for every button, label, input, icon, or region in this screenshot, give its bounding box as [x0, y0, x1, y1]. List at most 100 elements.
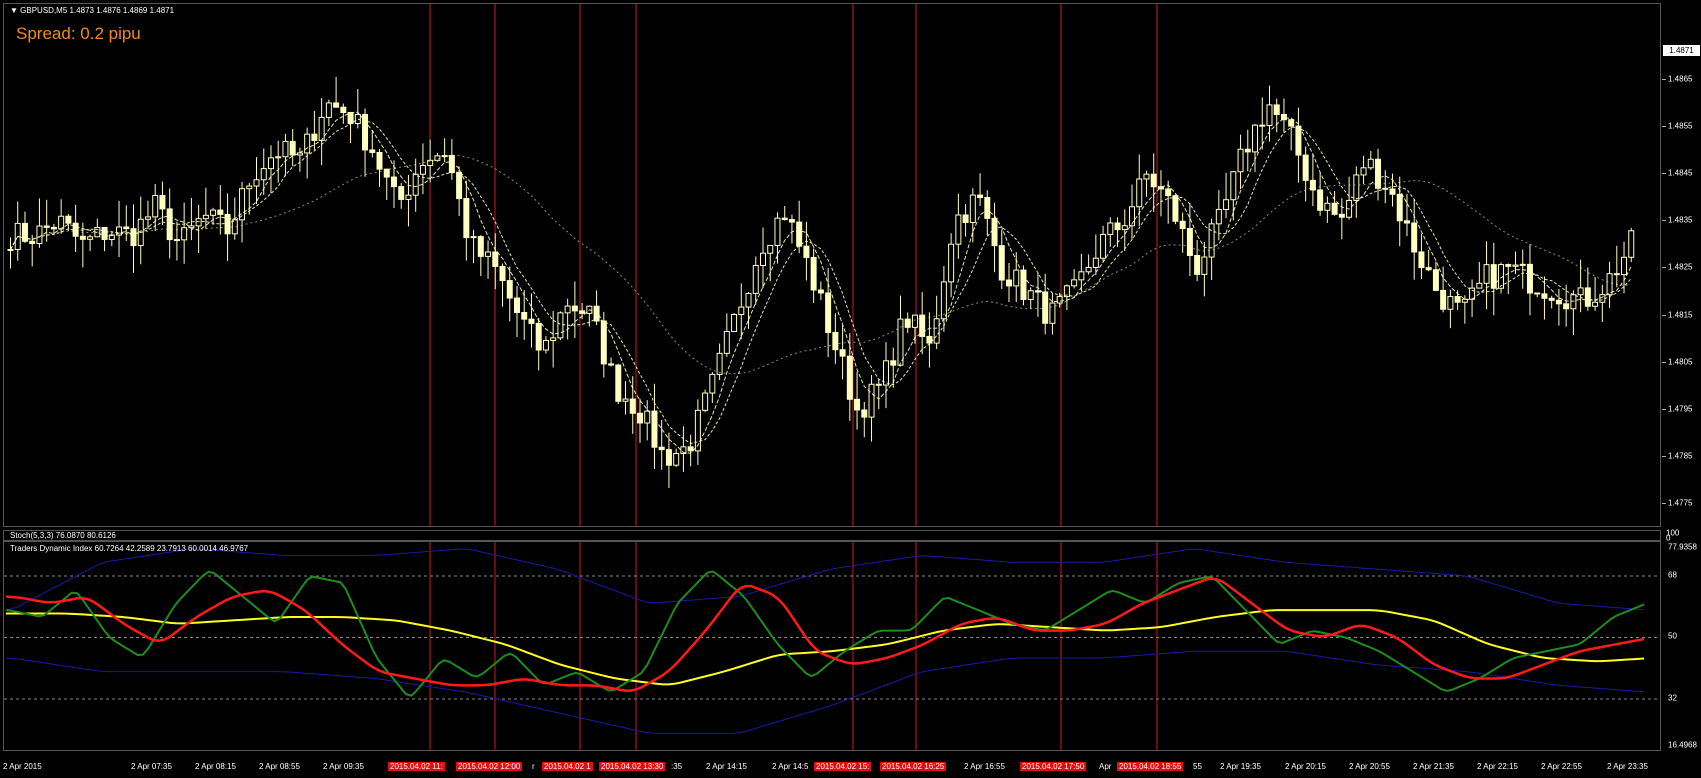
price-scale-label: 1.4865 [1668, 74, 1693, 84]
candle-body [1121, 225, 1128, 231]
candle-body [1526, 263, 1533, 294]
price-scale-tick [1662, 314, 1666, 316]
candle-body [644, 410, 651, 424]
candle-body [1599, 294, 1606, 303]
candle-body [87, 236, 94, 240]
candle-body [354, 113, 361, 124]
tdi-indicator-panel[interactable]: Traders Dynamic Index 60.7264 42.2589 23… [3, 541, 1661, 751]
price-scale-label: 1.4825 [1668, 262, 1693, 272]
price-chart-panel[interactable]: ▼ GBPUSD,M5 1.4873 1.4876 1.4869 1.4871 … [3, 3, 1661, 527]
candle-body [1302, 154, 1309, 181]
candle-body [1592, 301, 1599, 307]
candle-body [774, 217, 781, 246]
candle-body [340, 106, 347, 114]
stoch-indicator-panel[interactable]: Stoch(5,3,3) 76.0870 80.6126 [3, 530, 1661, 541]
candle-body [1425, 267, 1432, 271]
candle-body [615, 364, 622, 402]
price-chart-canvas[interactable] [4, 4, 1661, 527]
candle-body [1223, 199, 1230, 210]
time-axis-label: 2 Apr 22:15 [1477, 762, 1518, 771]
candle-body [622, 398, 629, 402]
candle-body [159, 195, 166, 210]
candle-body [1237, 148, 1244, 173]
event-time-label: 2015.04.02 15: [814, 762, 872, 771]
candle-body [781, 217, 788, 221]
candle-body [542, 339, 549, 351]
tdi-scale[interactable]: 77.9358 68 50 32 16.4968 [1662, 541, 1701, 751]
candle-body [1114, 222, 1121, 231]
price-scale-tick [1662, 361, 1666, 363]
tdi-canvas[interactable] [4, 542, 1661, 751]
candle-body [1534, 292, 1541, 295]
candle-body [217, 209, 224, 215]
candle-body [1454, 296, 1461, 303]
candle-body [1273, 104, 1280, 115]
candle-body [456, 172, 463, 200]
price-scale-label: 1.4795 [1668, 404, 1693, 414]
candle-body [1208, 223, 1215, 258]
candle-body [1186, 228, 1193, 256]
tdi-scale-label: 16.4968 [1668, 740, 1697, 750]
candle-body [1215, 208, 1222, 225]
candle-body [304, 133, 311, 154]
candle-body [977, 194, 984, 199]
candle-body [1613, 273, 1620, 276]
candle-body [1107, 222, 1114, 235]
candle-body [166, 208, 173, 241]
price-scale-label: 1.4835 [1668, 215, 1693, 225]
tdi-scale-label: 32 [1668, 693, 1677, 703]
candle-body [861, 409, 868, 418]
candle-body [868, 383, 875, 418]
candle-body [1338, 213, 1345, 218]
spread-label: Spread: 0.2 pipu [16, 24, 141, 43]
price-scale[interactable]: 1.4865 1.4855 1.4845 1.4835 1.4825 1.4815 1.48… [1662, 3, 1701, 527]
candle-body [1071, 279, 1078, 287]
candle-body [210, 209, 217, 216]
candle-body [369, 149, 376, 153]
candle-body [955, 214, 962, 245]
candle-body [7, 248, 14, 251]
price-scale-tick [1662, 220, 1666, 222]
candle-body [506, 280, 513, 299]
candle-body [376, 151, 383, 170]
candle-body [260, 168, 267, 181]
candle-body [318, 116, 325, 141]
candle-body [173, 239, 180, 242]
candle-body [1353, 174, 1360, 201]
time-axis-label: 2 Apr 08:55 [259, 762, 300, 771]
candle-body [911, 314, 918, 328]
candle-body [246, 185, 253, 190]
candle-body [658, 446, 665, 451]
candle-body [933, 318, 940, 344]
candle-body [1367, 158, 1374, 169]
candle-body [434, 155, 441, 161]
price-scale-label: 1.4775 [1668, 498, 1693, 508]
candle-body [390, 176, 397, 188]
candle-body [1266, 104, 1273, 126]
candle-body [253, 179, 260, 187]
candle-body [839, 349, 846, 357]
candle-body [738, 306, 745, 315]
candle-body [1628, 230, 1635, 258]
time-axis[interactable]: 2 Apr 2015 2 Apr 07:35 2 Apr 08:15 2 Apr 08… [3, 751, 1661, 778]
time-axis-label: 2 Apr 20:55 [1349, 762, 1390, 771]
candle-body [854, 398, 861, 411]
candle-body [1447, 296, 1454, 310]
candle-body [810, 256, 817, 291]
candle-body [557, 312, 564, 339]
current-price-label: 1.4871 [1663, 45, 1700, 57]
candle-body [412, 173, 419, 196]
chart-dropdown-icon[interactable]: ▼ [10, 6, 18, 15]
tdi-rsi-price-line [5, 570, 1645, 697]
candle-body [347, 112, 354, 124]
candle-body [796, 221, 803, 247]
candle-body [1201, 256, 1208, 275]
candle-body [513, 297, 520, 313]
candle-body [665, 449, 672, 466]
time-axis-label: 2 Apr 23:35 [1607, 762, 1648, 771]
candle-body [224, 213, 231, 235]
candle-body [1049, 302, 1056, 324]
time-axis-label: 2 Apr 08:15 [195, 762, 236, 771]
candle-body [629, 398, 636, 414]
candle-body [130, 228, 137, 247]
